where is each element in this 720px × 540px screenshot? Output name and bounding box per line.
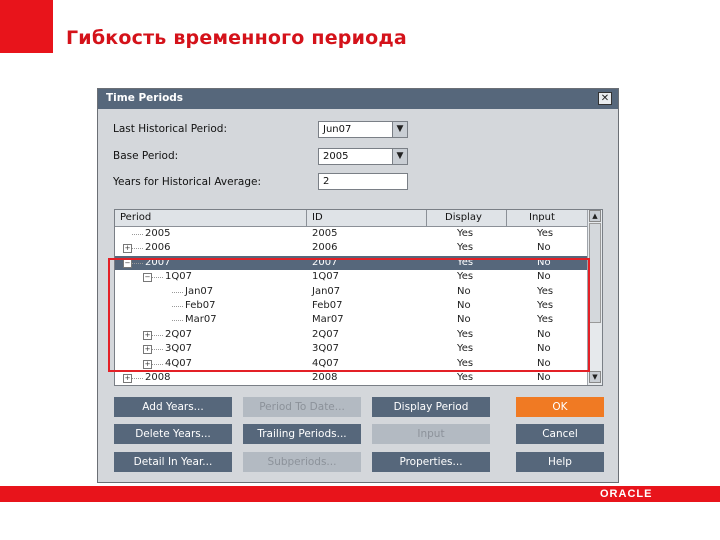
base-period-value: 2005 <box>323 151 349 162</box>
scroll-down-icon[interactable]: ▼ <box>589 371 601 383</box>
dialog-title: Time Periods <box>106 92 184 104</box>
cell-display: Yes <box>457 242 474 254</box>
expand-icon[interactable]: + <box>123 244 132 254</box>
expand-icon[interactable]: + <box>123 374 132 383</box>
chevron-down-icon[interactable]: ▼ <box>392 149 407 164</box>
last-historical-period-label: Last Historical Period: <box>113 123 228 135</box>
table-row[interactable]: +2008 2008 Yes No <box>115 371 588 385</box>
trailing-periods-button[interactable]: Trailing Periods... <box>243 424 361 444</box>
cancel-button[interactable]: Cancel <box>516 424 604 444</box>
subperiods-button[interactable]: Subperiods... <box>243 452 361 472</box>
delete-years-button[interactable]: Delete Years... <box>114 424 232 444</box>
header-display[interactable]: Display <box>427 210 507 226</box>
years-historical-average-value: 2 <box>323 176 330 187</box>
cell-period: 2008 <box>145 372 171 383</box>
header-input[interactable]: Input <box>507 210 588 226</box>
oracle-logo: ORACLE <box>600 488 653 500</box>
last-historical-period-value: Jun07 <box>323 124 352 135</box>
add-years-button[interactable]: Add Years... <box>114 397 232 417</box>
close-icon[interactable]: ✕ <box>598 92 612 105</box>
cell-input: No <box>537 242 551 254</box>
highlight-rectangle <box>108 258 590 372</box>
cell-id: 2008 <box>312 372 338 383</box>
table-row[interactable]: +2006 2006 Yes No <box>115 241 588 255</box>
ok-button[interactable]: OK <box>516 397 604 417</box>
chevron-down-icon[interactable]: ▼ <box>392 122 407 137</box>
cell-display: Yes <box>457 372 474 383</box>
cell-input: Yes <box>537 228 554 239</box>
tree-connector <box>132 234 143 235</box>
years-historical-average-label: Years for Historical Average: <box>113 176 261 188</box>
help-button[interactable]: Help <box>516 452 604 472</box>
cell-display: Yes <box>457 228 474 239</box>
last-historical-period-select[interactable]: Jun07 ▼ <box>318 121 408 138</box>
scroll-up-icon[interactable]: ▲ <box>589 210 601 222</box>
grid-header: Period ID Display Input <box>115 210 588 227</box>
input-button[interactable]: Input <box>372 424 490 444</box>
dialog-titlebar[interactable]: Time Periods ✕ <box>98 89 618 109</box>
cell-id: 2006 <box>312 242 338 254</box>
slide-title: Гибкость временного периода <box>66 27 407 49</box>
properties-button[interactable]: Properties... <box>372 452 490 472</box>
cell-id: 2005 <box>312 228 338 239</box>
years-historical-average-input[interactable]: 2 <box>318 173 408 190</box>
scroll-thumb[interactable] <box>589 223 601 323</box>
brand-red-square <box>0 0 53 53</box>
base-period-label: Base Period: <box>113 150 179 162</box>
display-period-button[interactable]: Display Period <box>372 397 490 417</box>
header-period[interactable]: Period <box>115 210 307 226</box>
table-row[interactable]: 2005 2005 Yes Yes <box>115 227 588 241</box>
detail-in-year-button[interactable]: Detail In Year... <box>114 452 232 472</box>
period-to-date-button[interactable]: Period To Date... <box>243 397 361 417</box>
base-period-select[interactable]: 2005 ▼ <box>318 148 408 165</box>
tree-connector <box>132 248 143 250</box>
cell-input: No <box>537 372 551 383</box>
cell-period: 2006 <box>145 242 171 254</box>
tree-connector <box>132 378 143 379</box>
cell-period: 2005 <box>145 228 171 239</box>
header-id[interactable]: ID <box>307 210 427 226</box>
